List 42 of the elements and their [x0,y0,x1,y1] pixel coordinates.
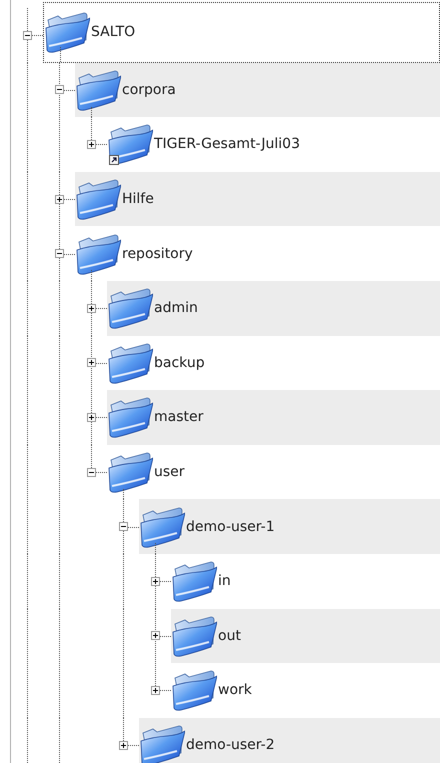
expand-icon[interactable] [54,194,64,204]
collapse-icon[interactable] [54,249,64,258]
tree-item[interactable]: corpora [75,62,440,118]
tree-item[interactable]: demo-user-1 [139,499,440,554]
expand-icon[interactable] [150,631,160,640]
folder-icon [107,450,153,494]
tree-item[interactable]: master [107,390,440,445]
expand-icon[interactable] [118,740,128,750]
expand-icon[interactable] [86,358,96,368]
tree-item[interactable]: backup [107,336,440,390]
tree-item[interactable]: in [171,554,440,609]
folder-icon [171,614,217,658]
collapse-icon[interactable] [86,468,96,477]
tree-item[interactable]: demo-user-2 [139,718,440,763]
folder-icon [75,232,121,276]
folder-icon [171,559,217,604]
collapse-icon[interactable] [22,30,32,40]
tree-item[interactable]: SALTO [43,2,440,63]
folder-icon [75,68,121,112]
collapse-icon[interactable] [118,522,128,532]
folder-icon [75,177,121,222]
tree-item[interactable]: Hilfe [75,172,440,226]
folder-icon [44,10,90,54]
expand-icon[interactable] [150,686,160,695]
folder-icon [107,286,153,330]
expand-icon[interactable] [86,412,96,422]
folder-icon [107,122,153,166]
tree-item[interactable]: repository [75,226,440,281]
tree-item[interactable]: admin [107,280,440,336]
tree-item[interactable]: work [171,663,440,718]
folder-icon [107,395,153,440]
folder-icon [139,504,185,549]
expand-icon[interactable] [86,304,96,313]
expand-icon[interactable] [150,576,160,586]
folder-icon [107,340,153,385]
tree-item[interactable]: out [171,608,440,664]
tree-item[interactable]: TIGER-Gesamt-Juli03 [107,117,440,172]
folder-icon [171,668,217,712]
folder-icon [139,723,185,763]
tree-item[interactable]: user [107,444,440,500]
expand-icon[interactable] [86,140,96,149]
collapse-icon[interactable] [54,85,64,94]
